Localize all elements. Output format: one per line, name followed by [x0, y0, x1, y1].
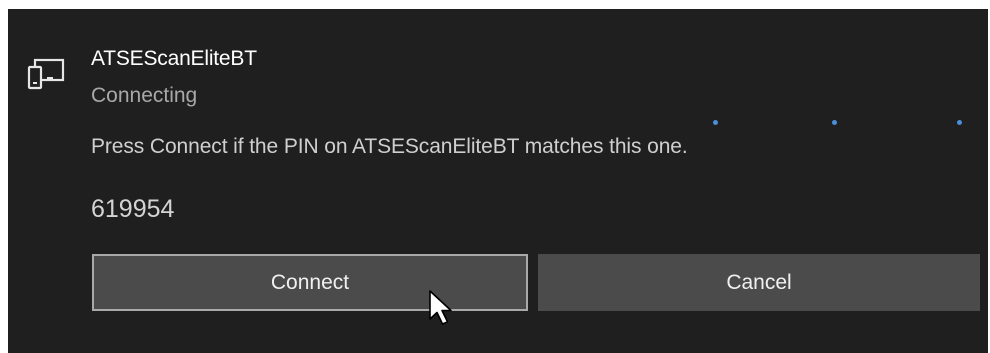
- device-icon: [27, 58, 65, 90]
- mouse-pointer-icon: [429, 290, 452, 325]
- progress-dot: [832, 120, 837, 125]
- connect-button[interactable]: Connect: [92, 254, 528, 311]
- pairing-pin: 619954: [91, 195, 175, 223]
- connection-status: Connecting: [91, 84, 198, 107]
- progress-dot: [713, 120, 718, 125]
- cancel-button[interactable]: Cancel: [538, 254, 980, 311]
- device-name: ATSEScanEliteBT: [91, 47, 257, 70]
- bluetooth-pairing-notification: ATSEScanEliteBT Connecting Press Connect…: [8, 9, 988, 353]
- pairing-prompt: Press Connect if the PIN on ATSEScanElit…: [91, 135, 688, 158]
- progress-dot: [957, 120, 962, 125]
